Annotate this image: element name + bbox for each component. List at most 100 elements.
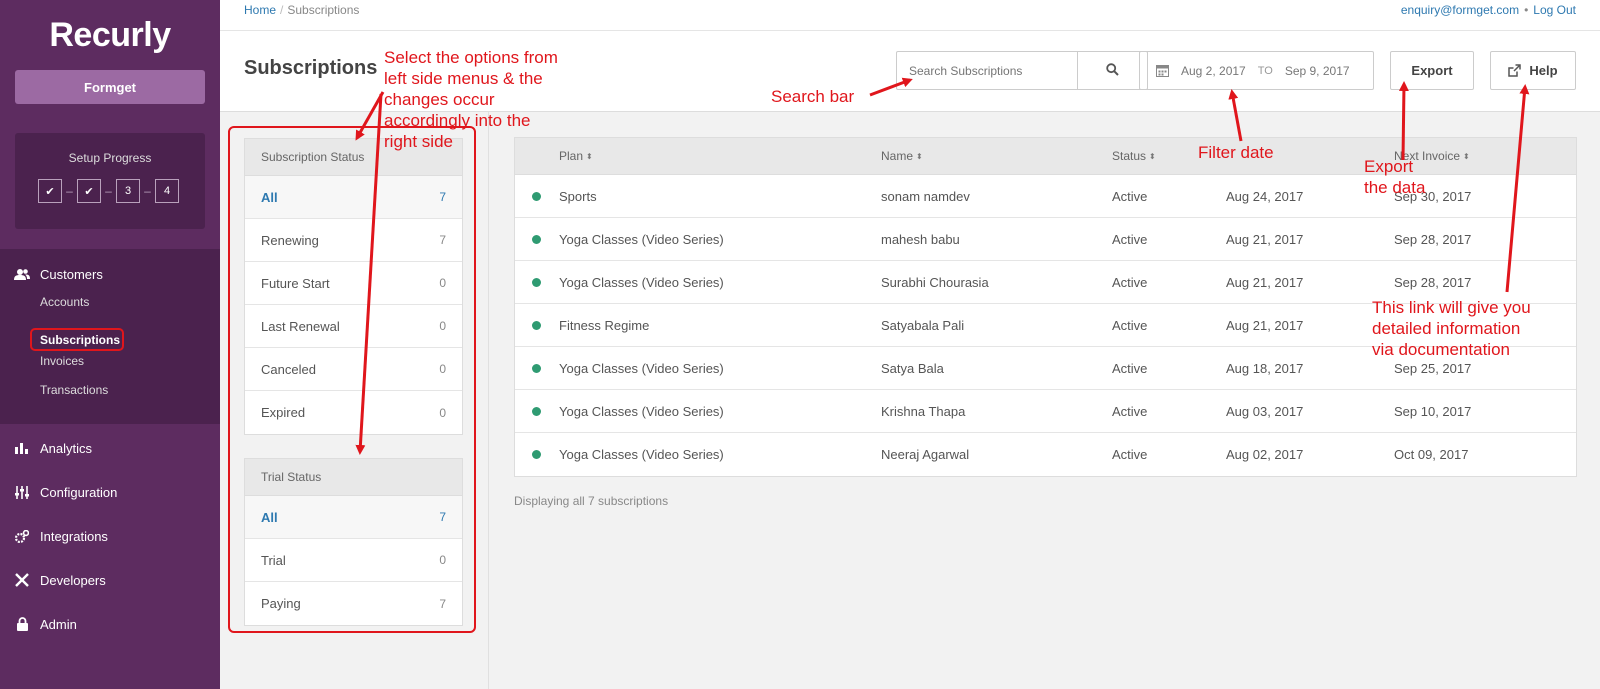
date-to-label: TO: [1257, 64, 1273, 77]
nav-integrations[interactable]: Integrations: [0, 522, 220, 550]
external-link-icon: [1508, 64, 1522, 77]
next-invoice-cell: Oct 09, 2017: [1394, 447, 1469, 462]
nav-customers[interactable]: Customers: [0, 260, 220, 288]
top-bar: Home / Subscriptions enquiry@formget.com • L…: [220, 0, 1600, 31]
plan-cell[interactable]: Yoga Classes (Video Series): [559, 347, 724, 389]
plan-cell[interactable]: Sports: [559, 175, 597, 217]
step-connector: –: [144, 184, 151, 198]
calendar-icon: [1156, 64, 1169, 77]
table-row[interactable]: Yoga Classes (Video Series) Krishna Thap…: [515, 390, 1576, 433]
status-dot-icon: [532, 364, 541, 373]
plan-cell[interactable]: Yoga Classes (Video Series): [559, 261, 724, 303]
bar-chart-icon: [12, 442, 32, 454]
export-button[interactable]: Export: [1390, 51, 1474, 90]
tools-icon: [12, 573, 32, 587]
logout-link[interactable]: Log Out: [1533, 3, 1576, 17]
nav-invoices[interactable]: Invoices: [40, 354, 84, 368]
annotation-filter-date: Filter date: [1198, 143, 1274, 162]
date-to[interactable]: Sep 9, 2017: [1285, 64, 1350, 78]
nav-developers[interactable]: Developers: [0, 566, 220, 594]
step-connector: –: [105, 184, 112, 198]
nav-analytics[interactable]: Analytics: [0, 434, 220, 462]
plan-cell[interactable]: Yoga Classes (Video Series): [559, 390, 724, 432]
name-cell[interactable]: Satya Bala: [881, 347, 944, 389]
setup-progress[interactable]: Setup Progress ✔ – ✔ – 3 – 4: [15, 133, 205, 229]
annotation-help: This link will give you detailed informa…: [1372, 298, 1531, 359]
name-cell[interactable]: sonam namdev: [881, 175, 970, 217]
name-cell[interactable]: Surabhi Chourasia: [881, 261, 989, 303]
plan-cell[interactable]: Yoga Classes (Video Series): [559, 218, 724, 260]
setup-progress-title: Setup Progress: [68, 151, 152, 165]
date-cell: Aug 21, 2017: [1226, 317, 1304, 333]
status-dot-icon: [532, 407, 541, 416]
name-cell[interactable]: Krishna Thapa: [881, 390, 965, 432]
date-range-picker[interactable]: Aug 2, 2017 TO Sep 9, 2017: [1139, 51, 1374, 90]
column-plan[interactable]: Plan ⬍: [559, 138, 593, 174]
status-cell: Active: [1112, 447, 1148, 462]
help-label: Help: [1529, 63, 1558, 78]
name-cell[interactable]: mahesh babu: [881, 218, 960, 260]
nav-configuration[interactable]: Configuration: [0, 478, 220, 506]
date-cell: Aug 21, 2017: [1226, 231, 1304, 247]
sidebar: Recurly Formget Setup Progress ✔ – ✔ – 3…: [0, 0, 220, 689]
sliders-icon: [12, 485, 32, 499]
status-cell: Active: [1112, 274, 1148, 290]
account-button[interactable]: Formget: [15, 70, 205, 104]
step-4: 4: [155, 179, 179, 203]
filter-highlight-box: [228, 126, 476, 633]
table-row[interactable]: Yoga Classes (Video Series) Neeraj Agarw…: [515, 433, 1576, 476]
nav-analytics-label: Analytics: [40, 440, 93, 456]
column-name[interactable]: Name ⬍: [881, 138, 923, 174]
breadcrumb-current: Subscriptions: [287, 3, 360, 17]
setup-steps: ✔ – ✔ – 3 – 4: [38, 179, 179, 203]
nav-transactions[interactable]: Transactions: [40, 383, 108, 397]
status-dot-icon: [532, 450, 541, 459]
status-dot-icon: [532, 321, 541, 330]
next-invoice-cell: Sep 10, 2017: [1394, 403, 1472, 419]
plan-cell[interactable]: Fitness Regime: [559, 304, 649, 346]
status-dot-icon: [532, 235, 541, 244]
search-input[interactable]: [897, 52, 1077, 89]
nav-accounts[interactable]: Accounts: [40, 295, 89, 309]
step-3: 3: [116, 179, 140, 203]
status-cell: Active: [1112, 403, 1148, 419]
date-cell: Aug 02, 2017: [1226, 447, 1304, 462]
breadcrumb: Home / Subscriptions: [244, 3, 359, 17]
user-email-link[interactable]: enquiry@formget.com: [1401, 3, 1519, 17]
nav-admin-label: Admin: [40, 616, 77, 632]
help-button[interactable]: Help: [1490, 51, 1576, 90]
user-links: enquiry@formget.com • Log Out: [1401, 3, 1576, 17]
name-cell[interactable]: Satyabala Pali: [881, 304, 964, 346]
status-cell: Active: [1112, 231, 1148, 247]
search-button[interactable]: [1077, 52, 1147, 89]
column-status[interactable]: Status ⬍: [1112, 138, 1156, 174]
nav-integrations-label: Integrations: [40, 528, 108, 544]
step-2-check-icon: ✔: [77, 179, 101, 203]
search-box: [896, 51, 1148, 90]
date-cell: Aug 21, 2017: [1226, 274, 1304, 290]
sort-icon: ⬍: [586, 151, 593, 161]
results-count: Displaying all 7 subscriptions: [514, 494, 669, 508]
plan-cell[interactable]: Yoga Classes (Video Series): [559, 433, 724, 476]
status-cell: Active: [1112, 188, 1148, 204]
search-icon: [1106, 62, 1119, 79]
link-separator: •: [1524, 3, 1529, 17]
nav-admin[interactable]: Admin: [0, 610, 220, 638]
lock-icon: [12, 617, 32, 631]
nav-subscriptions[interactable]: Subscriptions: [30, 328, 124, 351]
status-cell: Active: [1112, 360, 1148, 376]
date-from[interactable]: Aug 2, 2017: [1181, 64, 1246, 78]
name-cell[interactable]: Neeraj Agarwal: [881, 433, 969, 476]
nav-customers-label: Customers: [40, 266, 103, 282]
breadcrumb-home[interactable]: Home: [244, 3, 276, 17]
logo[interactable]: Recurly: [0, 16, 220, 55]
date-cell: Aug 03, 2017: [1226, 403, 1304, 419]
status-dot-icon: [532, 278, 541, 287]
status-cell: Active: [1112, 317, 1148, 333]
table-row[interactable]: Yoga Classes (Video Series) mahesh babu …: [515, 218, 1576, 261]
step-connector: –: [66, 184, 73, 198]
date-cell: Aug 24, 2017: [1226, 188, 1304, 204]
nav-developers-label: Developers: [40, 572, 106, 588]
nav-configuration-label: Configuration: [40, 484, 118, 500]
step-1-check-icon: ✔: [38, 179, 62, 203]
